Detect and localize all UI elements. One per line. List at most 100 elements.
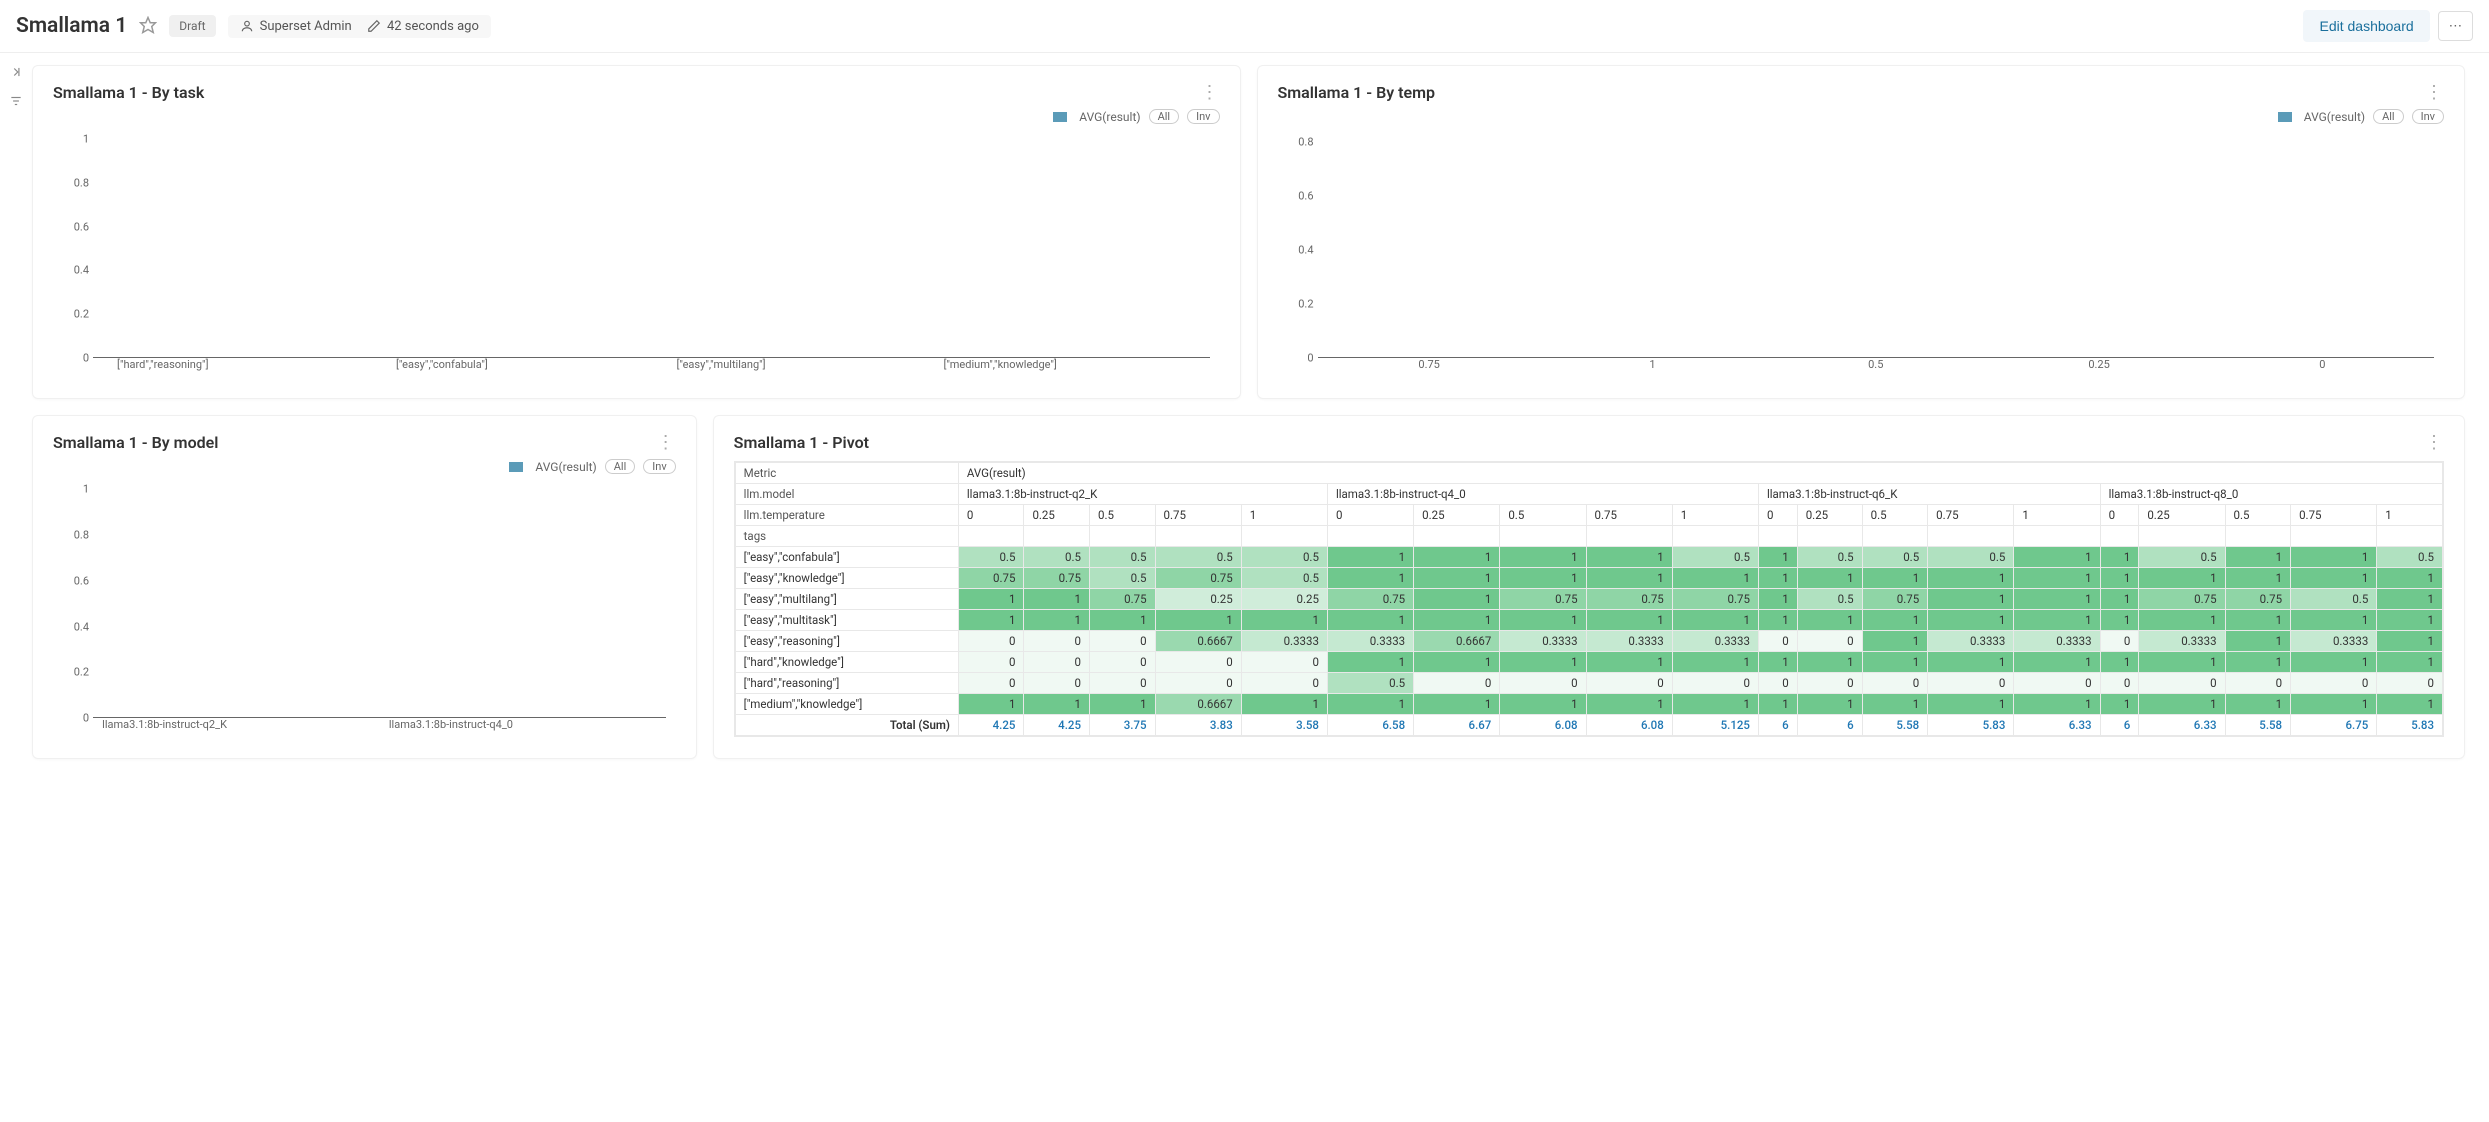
pivot-cell: 0 (2377, 673, 2443, 694)
pivot-cell: 1 (2291, 547, 2377, 568)
pivot-cell: 1 (1024, 694, 1090, 715)
x-tick: llama3.1:8b-instruct-q4_0 (379, 718, 522, 738)
y-tick: 0.2 (74, 308, 89, 321)
pivot-cell: 1 (958, 610, 1024, 631)
chart-by-model: 00.20.40.60.81 llama3.1:8b-instruct-q2_K… (53, 478, 676, 738)
y-tick: 0.6 (1298, 189, 1313, 202)
legend-inv-pill[interactable]: Inv (2412, 109, 2444, 124)
pivot-cell: 0.5 (1797, 547, 1862, 568)
pivot-cell: 0.5 (2291, 589, 2377, 610)
pivot-cell: 0.75 (2225, 589, 2291, 610)
card-title-by-temp: Smallama 1 - By temp (1278, 83, 1436, 102)
card-title-pivot: Smallama 1 - Pivot (734, 433, 869, 452)
pivot-cell: 1 (1089, 694, 1155, 715)
pivot-cell: 1 (2377, 631, 2443, 652)
pivot-cell: 1 (1586, 568, 1672, 589)
pivot-cell: 0.3333 (2014, 631, 2100, 652)
pivot-cell: 1 (2291, 610, 2377, 631)
filter-icon (9, 94, 23, 108)
card-menu-by-temp[interactable]: ⋮ (2425, 82, 2444, 103)
pivot-cell: 0 (1862, 673, 1928, 694)
x-tick: 0.25 (1987, 358, 2210, 378)
legend-inv-pill[interactable]: Inv (1187, 109, 1219, 124)
y-tick: 0 (83, 712, 89, 725)
table-row: ["easy","reasoning"]0000.66670.33330.333… (735, 631, 2442, 652)
pivot-scroll[interactable]: MetricAVG(result)llm.modelllama3.1:8b-in… (734, 461, 2444, 737)
y-tick: 0.4 (1298, 243, 1313, 256)
legend-by-model: AVG(result) All Inv (53, 459, 676, 474)
card-title-by-task: Smallama 1 - By task (53, 83, 204, 102)
pivot-cell: 1 (1758, 589, 1797, 610)
x-tick (523, 718, 666, 738)
pivot-cell: 1 (2225, 631, 2291, 652)
pivot-cell: 0 (2100, 631, 2139, 652)
pivot-cell: 1 (1414, 694, 1500, 715)
pivot-cell: 1 (2291, 652, 2377, 673)
pivot-cell: 0.5 (2139, 547, 2225, 568)
pivot-cell: 1 (2377, 694, 2443, 715)
pivot-cell: 0.75 (2139, 589, 2225, 610)
card-menu-pivot[interactable]: ⋮ (2425, 432, 2444, 453)
pivot-cell: 0.3333 (1928, 631, 2014, 652)
table-row: ["medium","knowledge"]1110.6667111111111… (735, 694, 2442, 715)
favorite-star-button[interactable] (135, 12, 161, 41)
owner-name: Superset Admin (260, 19, 352, 34)
legend-by-temp: AVG(result) All Inv (1278, 109, 2445, 124)
pivot-cell: 0.3333 (2291, 631, 2377, 652)
chart-by-task: 00.20.40.60.81 ["hard","reasoning"]["eas… (53, 128, 1220, 378)
pivot-cell: 1 (1928, 694, 2014, 715)
legend-swatch-icon (509, 462, 523, 472)
pivot-cell: 0 (1672, 673, 1758, 694)
legend-label: AVG(result) (2304, 110, 2365, 124)
pivot-cell: 1 (1797, 568, 1862, 589)
pivot-cell: 1 (1758, 547, 1797, 568)
card-menu-by-task[interactable]: ⋮ (1201, 82, 1220, 103)
pivot-cell: 0 (2014, 673, 2100, 694)
pivot-cell: 1 (1862, 631, 1928, 652)
pivot-cell: 1 (1928, 610, 2014, 631)
pivot-cell: 1 (1155, 610, 1241, 631)
pivot-cell: 0.5 (1797, 589, 1862, 610)
pivot-cell: 1 (2139, 652, 2225, 673)
pivot-cell: 1 (1327, 652, 1413, 673)
x-tick: ["easy","confabula"] (372, 358, 512, 378)
edit-dashboard-button[interactable]: Edit dashboard (2303, 10, 2429, 42)
pivot-cell: 1 (1862, 610, 1928, 631)
legend-inv-pill[interactable]: Inv (643, 459, 675, 474)
pivot-cell: 1 (2377, 652, 2443, 673)
legend-all-pill[interactable]: All (605, 459, 636, 474)
pivot-cell: 1 (2139, 694, 2225, 715)
pivot-cell: 0 (1155, 673, 1241, 694)
x-tick (512, 358, 652, 378)
legend-label: AVG(result) (535, 460, 596, 474)
chart-by-temp: 00.20.40.60.8 0.7510.50.250 (1278, 128, 2445, 378)
pivot-cell: 0.5 (1089, 547, 1155, 568)
pivot-cell: 1 (1672, 694, 1758, 715)
table-row: ["easy","multilang"]110.750.250.250.7510… (735, 589, 2442, 610)
legend-all-pill[interactable]: All (2373, 109, 2404, 124)
x-tick: 1 (1541, 358, 1764, 378)
dashboard-more-button[interactable]: ⋯ (2438, 11, 2473, 41)
pivot-cell: 0.75 (1327, 589, 1413, 610)
pivot-cell: 1 (2225, 547, 2291, 568)
pivot-cell: 1 (1327, 547, 1413, 568)
card-menu-by-model[interactable]: ⋮ (657, 432, 676, 453)
y-tick: 0.6 (74, 574, 89, 587)
pivot-cell: 1 (2100, 652, 2139, 673)
y-tick: 0.2 (1298, 297, 1313, 310)
card-title-by-model: Smallama 1 - By model (53, 433, 218, 452)
pivot-cell: 1 (2139, 568, 2225, 589)
filter-button[interactable] (9, 94, 23, 111)
pivot-cell: 0.75 (1024, 568, 1090, 589)
legend-label: AVG(result) (1079, 110, 1140, 124)
legend-all-pill[interactable]: All (1149, 109, 1180, 124)
pivot-cell: 1 (1672, 610, 1758, 631)
table-row: ["easy","confabula"]0.50.50.50.50.511110… (735, 547, 2442, 568)
expand-sidebar-button[interactable] (9, 65, 23, 82)
pivot-cell: 0.5 (1024, 547, 1090, 568)
y-tick: 0.8 (74, 529, 89, 542)
x-tick (233, 358, 373, 378)
pivot-cell: 0.5 (1155, 547, 1241, 568)
y-tick: 0.4 (74, 264, 89, 277)
pivot-cell: 0 (1500, 673, 1586, 694)
